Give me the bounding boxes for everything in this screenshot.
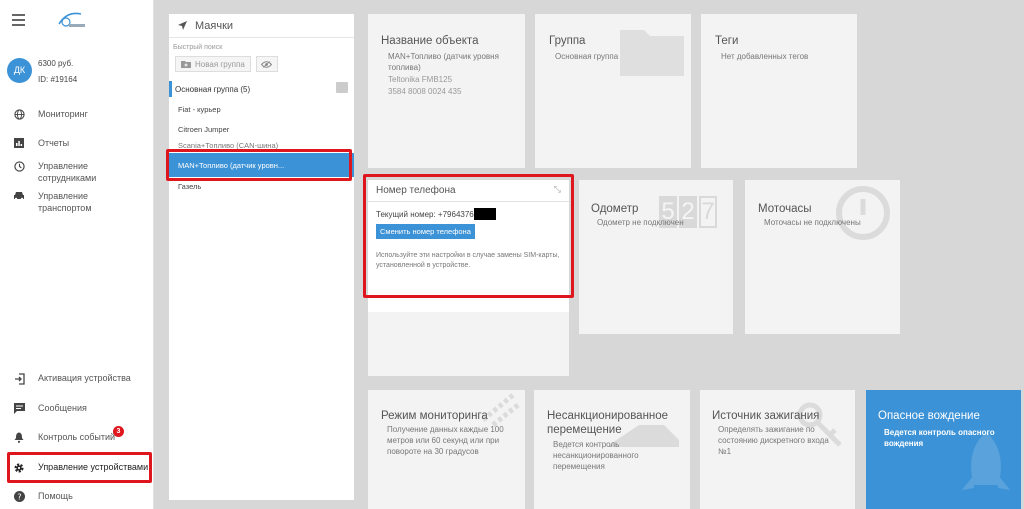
ignition-value: Определять зажигание по состоянию дискре… [718,425,829,456]
tags-value: Нет добавленных тегов [721,52,809,61]
clock-icon [836,186,890,240]
clock-icon [0,160,38,172]
tile-unauthorized-movement[interactable]: Несанкционированное перемещение Ведется … [534,390,690,509]
group-row[interactable]: Основная группа (5) [169,81,354,97]
tile-title: Опасное вождение [878,410,980,422]
account-id: ID: #19164 [38,75,78,84]
tile-title: Режим мониторинга [381,410,488,422]
tile-dangerous-driving[interactable]: Опасное вождение Ведется контроль опасно… [866,390,1021,509]
object-name: MAN+Топливо (датчик уровня топлива) [388,52,499,72]
quick-search[interactable]: Быстрый поиск [169,38,354,56]
message-icon [0,402,38,414]
tile-object-name[interactable]: Название объекта MAN+Топливо (датчик уро… [368,14,525,168]
new-group-button[interactable]: Новая группа [175,56,251,72]
login-icon [0,372,38,385]
odometer-digit: 7 [699,196,717,228]
car-icon [0,190,38,201]
odometer-value: Одометр не подключен [597,218,684,227]
sidebar: ДК 6300 руб. ID: #19164 Мониторинг Отчет… [0,0,154,509]
hours-value: Моточасы не подключены [764,218,861,227]
folder-plus-icon [181,61,191,68]
tile-title: Моточасы [758,203,812,215]
nav-messages[interactable]: Сообщения [0,402,154,414]
nav-label: Управление сотрудниками [38,161,97,183]
nav-events[interactable]: Контроль событий 3 [0,426,154,443]
device-imei: 3584 8008 0024 435 [388,87,462,96]
panel-title: Маячки [195,19,234,32]
nav-activation[interactable]: Активация устройства [0,372,154,385]
highlight-selected-tracker [166,149,352,181]
nav-employees[interactable]: Управление сотрудниками [0,160,154,184]
unauth-value: Ведется контроль несанкционированного пе… [553,440,639,471]
notification-badge: 3 [113,426,124,437]
logo[interactable] [55,9,87,31]
danger-value: Ведется контроль опасного вождения [884,428,995,448]
visibility-toggle[interactable] [255,56,278,72]
svg-text:?: ? [17,492,21,501]
trackers-panel: Маячки Быстрый поиск Новая группа Основн… [169,14,354,500]
panel-header: Маячки [169,14,354,38]
account-info: 6300 руб. ID: #19164 [38,56,77,88]
nav-label: Управление транспортом [38,191,92,213]
group-value: Основная группа [555,52,619,61]
nav-monitoring[interactable]: Мониторинг [0,108,154,120]
eye-icon [261,60,273,68]
mode-value: Получение данных каждые 100 метров или 6… [387,425,504,456]
tile-title: Одометр [591,203,639,215]
tile-monitoring-mode[interactable]: Режим мониторинга Получение данных кажды… [368,390,525,509]
tile-ignition-source[interactable]: Источник зажигания Определять зажигание … [700,390,855,509]
tracker-item[interactable]: Citroen Jumper [169,120,354,138]
navigation-arrow-icon [178,21,187,30]
highlight-phone [363,174,574,298]
help-icon: ? [0,490,38,502]
nav-label: Мониторинг [38,109,88,119]
nav-help[interactable]: ? Помощь [0,490,154,502]
tile-title: Теги [715,35,739,47]
highlight-devices [7,452,152,483]
menu-icon[interactable] [12,14,25,29]
nav-reports[interactable]: Отчеты [0,137,154,149]
balance: 6300 руб. [38,59,74,68]
panel-buttons: Новая группа [169,56,354,72]
nav-label: Активация устройства [38,373,131,383]
avatar[interactable]: ДК [7,58,32,83]
tile-title: Название объекта [381,35,479,47]
tile-group[interactable]: Группа Основная группа [535,14,691,168]
tile-tags[interactable]: Теги Нет добавленных тегов [701,14,857,168]
folder-icon [620,30,684,76]
tile-title: Группа [549,35,586,47]
tile-engine-hours[interactable]: Моточасы Моточасы не подключены [745,180,900,334]
nav-label: Сообщения [38,403,87,413]
tile-title: Источник зажигания [712,410,820,422]
nav-label: Отчеты [38,138,70,148]
chart-icon [0,137,38,148]
new-group-label: Новая группа [195,59,245,69]
bell-icon [0,431,38,443]
globe-icon [0,108,38,120]
tile-odometer[interactable]: 5 2 7 Одометр Одометр не подключен [579,180,733,334]
tracker-item[interactable]: Fiat - курьер [169,100,354,118]
nav-label: Контроль событий [38,432,116,442]
device-model: Teltonika FMB125 [388,75,453,84]
nav-transport[interactable]: Управление транспортом [0,190,154,214]
comment-icon[interactable] [336,82,348,93]
nav-label: Помощь [38,491,73,501]
tile-title: Несанкционированное перемещение [547,410,669,436]
group-label: Основная группа (5) [175,84,251,94]
